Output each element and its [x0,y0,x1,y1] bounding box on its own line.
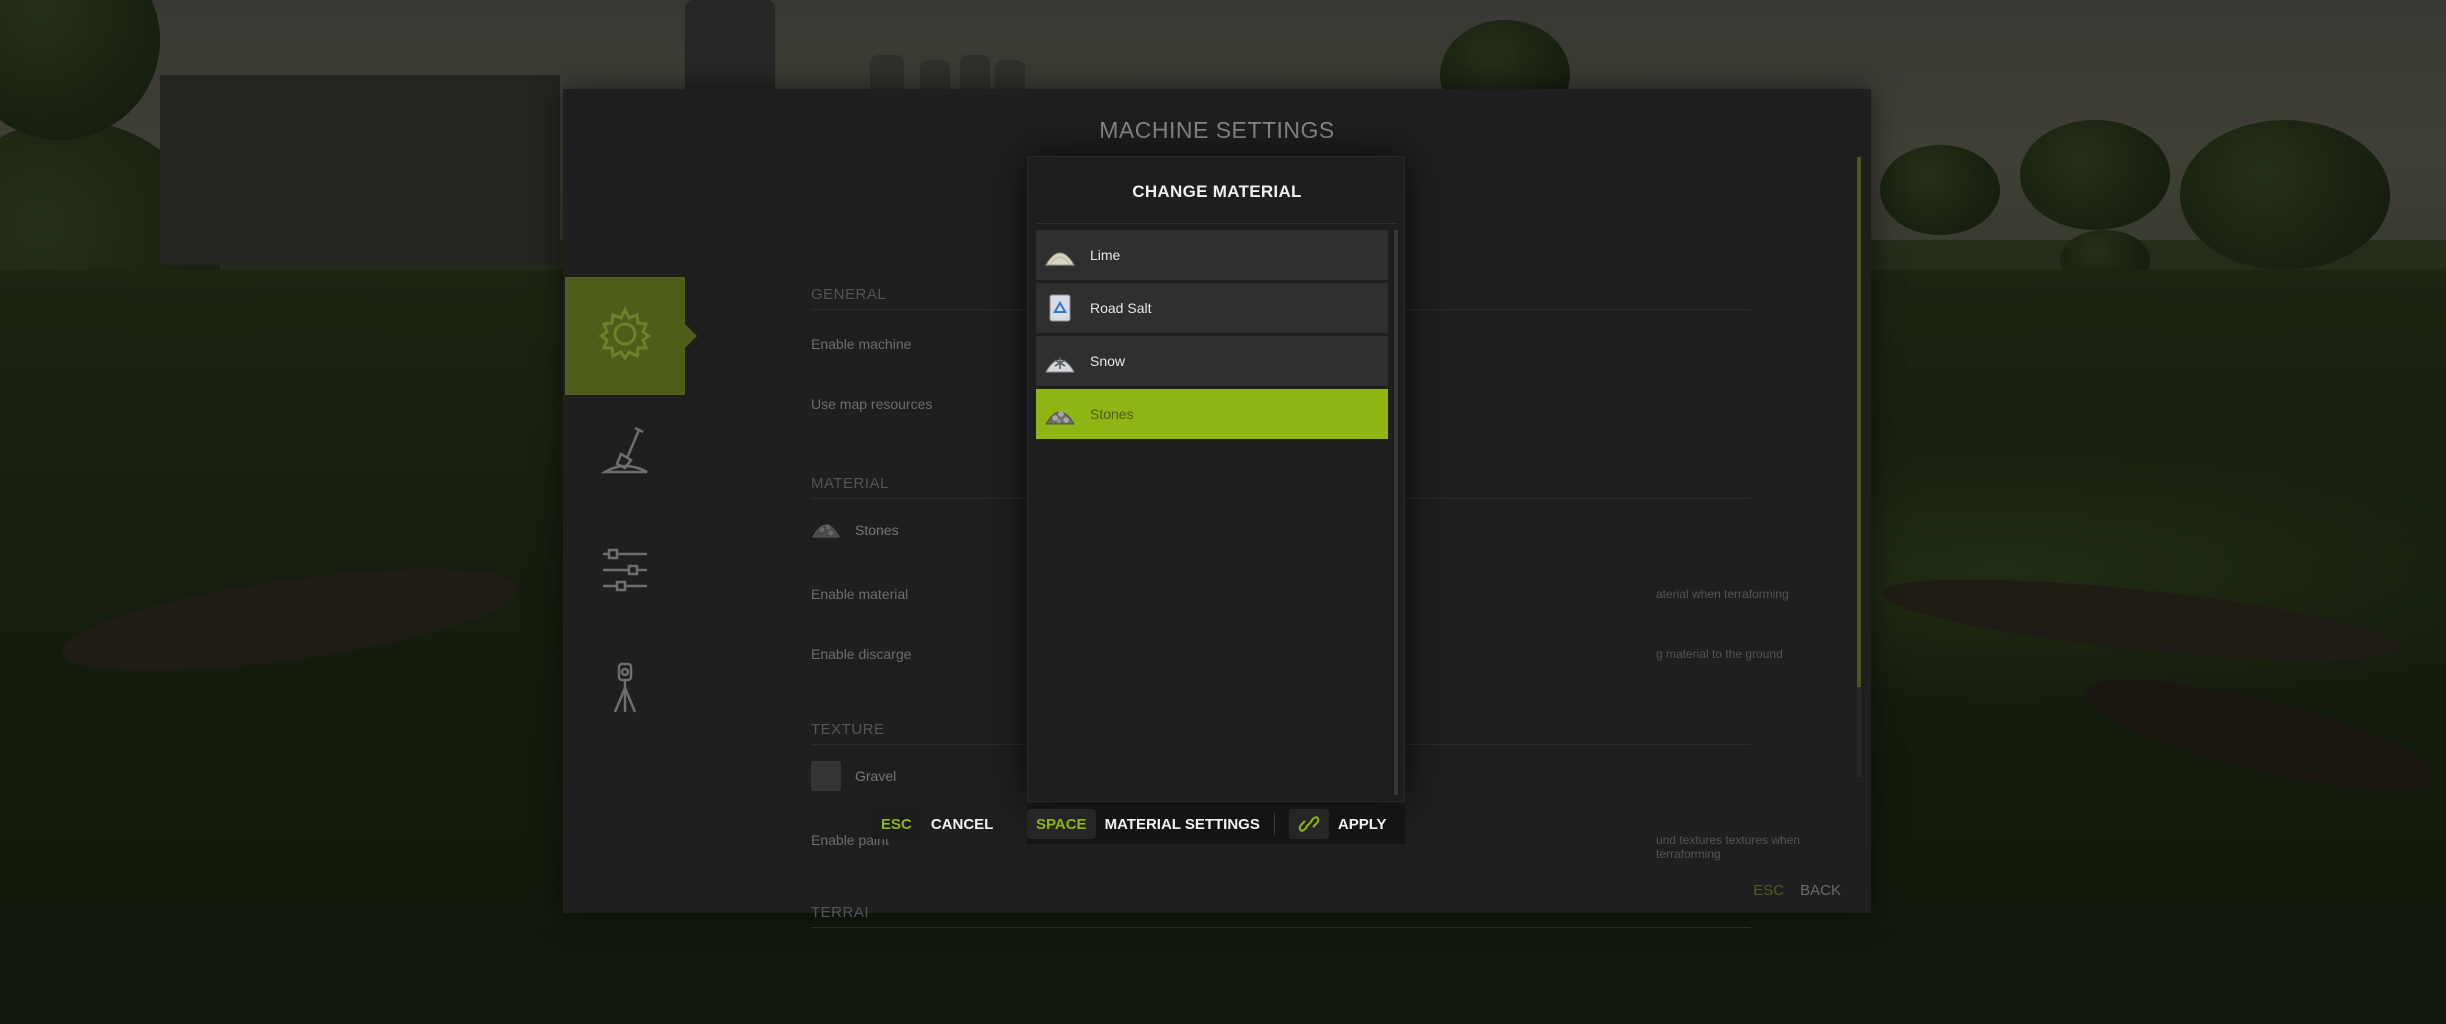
material-item-road-salt[interactable]: Road Salt [1036,283,1388,333]
material-list: Lime Road Salt Snow Stones [1036,230,1388,442]
use-map-resources-label[interactable]: Use map resources [811,396,932,412]
lime-pile-icon [1042,237,1078,273]
enable-paint-desc: und textures textures when terraforming [1656,833,1801,861]
enable-discharge-label[interactable]: Enable discarge [811,646,911,662]
nav-tab-adjustments[interactable] [565,513,685,631]
dialog-button-bar: SPACE MATERIAL SETTINGS APPLY [1027,804,1405,844]
stones-pile-icon [811,515,841,544]
button-separator [1273,813,1275,835]
section-terrain: TERRAI [811,904,870,921]
cancel-key: ESC [872,809,921,839]
nav-tab-survey[interactable] [565,631,685,749]
dialog-title: CHANGE MATERIAL [1132,182,1302,201]
nav-tab-general[interactable] [565,277,697,395]
texture-swatch [811,761,841,791]
nav-tab-terraform[interactable] [565,395,685,513]
enable-discharge-desc: g material to the ground [1656,647,1783,661]
material-item-label: Stones [1090,406,1134,422]
current-texture-name: Gravel [855,768,897,784]
enable-material-desc: aterial when terraforming [1656,587,1789,601]
road-salt-icon [1042,290,1078,326]
link-icon [1288,809,1329,839]
apply-label: APPLY [1337,815,1387,833]
material-item-label: Lime [1090,247,1121,263]
material-item-label: Road Salt [1090,300,1152,316]
back-label: BACK [1800,882,1841,899]
section-texture: TEXTURE [811,721,885,738]
current-material-row[interactable]: Stones [811,515,899,544]
material-item-label: Snow [1090,353,1126,369]
dialog-scrollbar-thumb[interactable] [1394,230,1398,795]
back-key: ESC [1753,882,1785,899]
sliders-icon [597,542,653,603]
section-material: MATERIAL [811,475,889,492]
cancel-label: CANCEL [930,815,994,833]
material-settings-button[interactable]: SPACE MATERIAL SETTINGS [1027,804,1260,844]
cancel-button[interactable]: ESC CANCEL [872,804,993,844]
section-divider [811,927,1751,928]
section-general: GENERAL [811,286,887,303]
enable-material-label[interactable]: Enable material [811,586,908,602]
panel-scrollbar-thumb[interactable] [1857,157,1861,687]
material-item-lime[interactable]: Lime [1036,230,1388,280]
current-texture-row[interactable]: Gravel [811,761,896,791]
panel-title: MACHINE SETTINGS [1099,117,1335,143]
survey-tripod-icon [597,660,653,721]
dialog-divider [1036,223,1398,224]
settings-nav [565,277,697,749]
space-key: SPACE [1027,809,1096,839]
apply-button[interactable]: APPLY [1288,804,1387,844]
material-item-stones[interactable]: Stones [1036,389,1388,439]
back-button[interactable]: ESC BACK [1753,882,1841,899]
material-item-snow[interactable]: Snow [1036,336,1388,386]
material-settings-label: MATERIAL SETTINGS [1104,815,1260,833]
stones-pile-icon [1042,396,1078,432]
enable-machine-label[interactable]: Enable machine [811,336,911,352]
current-material-name: Stones [855,521,899,538]
gear-icon [597,306,653,367]
shovel-icon [597,424,653,485]
snow-pile-icon [1042,343,1078,379]
change-material-dialog: CHANGE MATERIAL Lime Road Salt Snow Ston… [1027,156,1405,802]
